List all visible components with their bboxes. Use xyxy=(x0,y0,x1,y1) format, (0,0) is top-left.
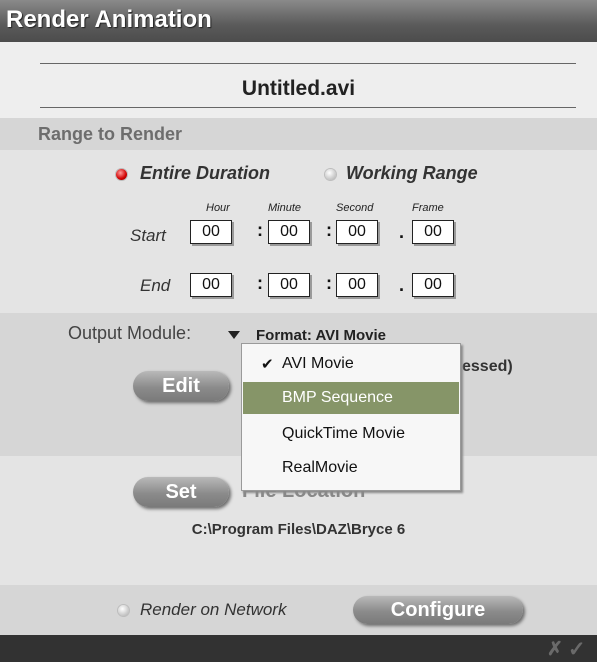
menu-item-label: QuickTime Movie xyxy=(282,425,405,442)
end-hour-field[interactable]: 00 xyxy=(190,273,232,297)
menu-item-avi-movie[interactable]: ✔ AVI Movie xyxy=(243,348,459,380)
file-name[interactable]: Untitled.avi xyxy=(0,77,597,101)
divider xyxy=(40,63,576,64)
second-label: Second xyxy=(336,202,374,214)
set-button[interactable]: Set xyxy=(133,477,229,507)
colon-separator: : xyxy=(326,220,332,240)
start-second-field[interactable]: 00 xyxy=(336,220,378,244)
cancel-icon[interactable]: ✗ xyxy=(547,638,563,661)
end-minute-field[interactable]: 00 xyxy=(268,273,310,297)
working-range-label[interactable]: Working Range xyxy=(346,163,478,184)
colon-separator: : xyxy=(326,273,332,293)
window-title: Render Animation xyxy=(6,6,212,33)
start-hour-field[interactable]: 00 xyxy=(190,220,232,244)
menu-item-realmovie[interactable]: RealMovie xyxy=(243,452,459,484)
start-label: Start xyxy=(130,226,166,245)
format-dropdown-menu: ✔ AVI Movie BMP Sequence QuickTime Movie… xyxy=(241,343,461,491)
period-separator: . xyxy=(399,222,405,242)
minute-label: Minute xyxy=(268,202,302,214)
menu-item-label: AVI Movie xyxy=(282,355,354,372)
footer-bar xyxy=(0,635,597,662)
entire-duration-label[interactable]: Entire Duration xyxy=(140,163,270,184)
menu-item-label: RealMovie xyxy=(282,459,358,476)
menu-item-label: BMP Sequence xyxy=(282,389,393,406)
format-value[interactable]: Format: AVI Movie xyxy=(256,327,386,344)
title-bar: Render Animation xyxy=(0,0,597,42)
colon-separator: : xyxy=(257,273,263,293)
menu-item-quicktime-movie[interactable]: QuickTime Movie xyxy=(243,418,459,450)
divider xyxy=(40,107,576,108)
colon-separator: : xyxy=(257,220,263,240)
start-minute-field[interactable]: 00 xyxy=(268,220,310,244)
configure-button[interactable]: Configure xyxy=(353,596,523,624)
compression-text: essed) xyxy=(462,358,513,375)
range-title: Range to Render xyxy=(38,124,183,144)
entire-duration-radio[interactable] xyxy=(116,169,127,180)
hour-label: Hour xyxy=(206,202,230,214)
period-separator: . xyxy=(399,275,405,295)
frame-label: Frame xyxy=(412,202,444,214)
end-second-field[interactable]: 00 xyxy=(336,273,378,297)
end-label: End xyxy=(140,276,171,295)
working-range-radio[interactable] xyxy=(325,169,336,180)
start-frame-field[interactable]: 00 xyxy=(412,220,454,244)
dropdown-arrow-icon[interactable] xyxy=(228,331,240,339)
render-on-network-label[interactable]: Render on Network xyxy=(140,600,286,620)
edit-button[interactable]: Edit xyxy=(133,371,229,401)
end-frame-field[interactable]: 00 xyxy=(412,273,454,297)
output-module-label: Output Module: xyxy=(68,323,192,343)
menu-item-bmp-sequence[interactable]: BMP Sequence xyxy=(243,382,459,414)
checkmark-icon: ✔ xyxy=(261,356,274,373)
render-on-network-radio[interactable] xyxy=(118,605,129,616)
confirm-check-icon[interactable]: ✓ xyxy=(568,637,586,662)
file-path: C:\Program Files\DAZ\Bryce 6 xyxy=(191,521,406,538)
